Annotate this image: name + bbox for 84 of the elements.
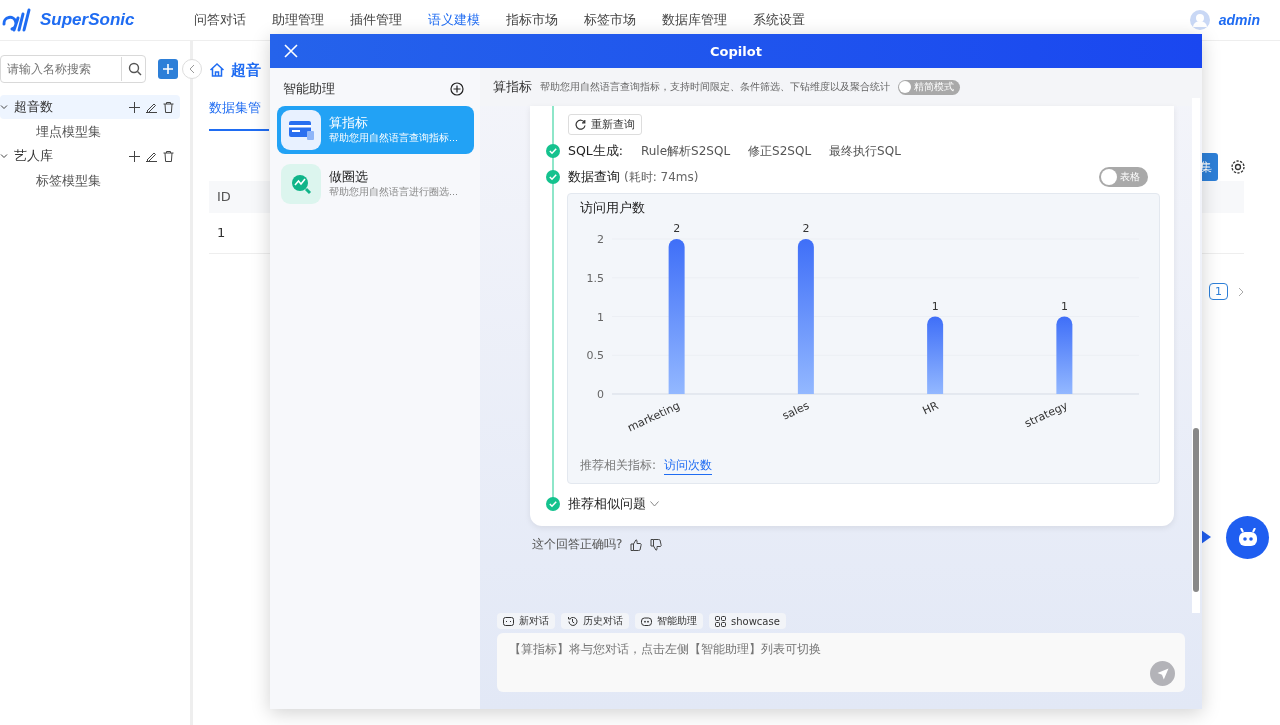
sql-link[interactable]: 修正S2SQL: [748, 142, 812, 160]
check-icon: [546, 170, 560, 184]
feedback-question: 这个回答正确吗?: [532, 536, 623, 553]
tree-label[interactable]: 艺人库: [14, 147, 53, 165]
axis-tick: 1: [597, 310, 604, 324]
step-label: SQL生成:: [568, 142, 623, 160]
settings-icon[interactable]: [1230, 159, 1246, 175]
tree-item[interactable]: 艺人库: [0, 144, 180, 168]
axis-tick: 0.5: [586, 349, 604, 363]
nav-link[interactable]: 语义建模: [428, 11, 480, 29]
data-label: 1: [1060, 299, 1068, 313]
message-input[interactable]: 【算指标】将与您对话，点击左侧【智能助理】列表可切换: [497, 633, 1185, 692]
nav-link[interactable]: 标签市场: [584, 11, 636, 29]
sql-link[interactable]: 最终执行SQL: [829, 142, 901, 160]
retry-button[interactable]: 重新查询: [568, 114, 642, 135]
thumbs-up-icon[interactable]: [630, 538, 643, 551]
robot-icon: [641, 615, 652, 627]
tree-item[interactable]: 标签模型集: [0, 168, 190, 193]
delete-icon[interactable]: [163, 101, 174, 113]
data-label: 1: [931, 299, 939, 313]
brand-name[interactable]: SuperSonic: [40, 10, 135, 30]
delete-icon[interactable]: [163, 150, 174, 162]
refresh-icon: [575, 119, 586, 130]
check-icon: [546, 497, 560, 511]
data-label: 2: [673, 222, 681, 235]
assistant-name: 算指标: [329, 115, 369, 132]
close-icon[interactable]: [284, 44, 298, 58]
similar-questions-toggle[interactable]: 推荐相似问题: [568, 495, 646, 513]
nav-link[interactable]: 数据库管理: [662, 11, 727, 29]
data-label: 2: [802, 222, 810, 235]
tree-label[interactable]: 超音数: [14, 98, 53, 116]
nav-link[interactable]: 指标市场: [506, 11, 558, 29]
edit-icon[interactable]: [146, 150, 157, 162]
nav-link[interactable]: 插件管理: [350, 11, 402, 29]
scrollbar[interactable]: [1192, 98, 1200, 613]
history-icon: [567, 615, 578, 627]
chat-icon: [503, 615, 514, 627]
category-label: HR: [920, 398, 941, 418]
tool-button[interactable]: 新对话: [497, 613, 555, 629]
chat-bot-button[interactable]: [1226, 516, 1269, 559]
thumbs-down-icon[interactable]: [650, 538, 663, 551]
chevron-down-icon[interactable]: [650, 501, 659, 507]
axis-tick: 1.5: [586, 271, 604, 285]
plus-icon[interactable]: [129, 150, 140, 162]
plus-icon: [162, 63, 174, 75]
home-icon[interactable]: [209, 62, 225, 78]
assistant-title: 算指标: [493, 78, 532, 96]
plus-icon[interactable]: [129, 101, 140, 113]
assistant-description: 帮助您用自然语言进行圈选...: [329, 186, 459, 199]
dialog-title: Copilot: [709, 43, 763, 59]
add-button[interactable]: [158, 59, 178, 79]
caret-icon[interactable]: [0, 103, 8, 111]
breadcrumb-title: 超音: [231, 60, 261, 80]
chart-search-icon: [281, 164, 321, 204]
assistant-description: 帮助您用自然语言查询指标，支持时间限定、条件筛选、下钻维度以及聚合统计: [540, 80, 890, 94]
user-name[interactable]: admin: [1218, 12, 1260, 28]
nav-link[interactable]: 问答对话: [194, 11, 246, 29]
related-label: 推荐相关指标:: [580, 457, 657, 474]
chevron-icon: [189, 64, 195, 74]
tool-button[interactable]: showcase: [709, 613, 786, 629]
tool-button[interactable]: 历史对话: [561, 613, 629, 629]
tool-button[interactable]: 智能助理: [635, 613, 703, 629]
related-metric-link[interactable]: 访问次数: [664, 457, 713, 475]
search-field[interactable]: 请输入名称搜索: [0, 55, 146, 83]
axis-tick: 2: [597, 233, 604, 246]
tree-item[interactable]: 超音数: [0, 95, 180, 119]
nav-link[interactable]: 助理管理: [272, 11, 324, 29]
grid-icon: [715, 615, 726, 627]
robot-icon: [1236, 527, 1259, 548]
nav-link[interactable]: 系统设置: [753, 11, 805, 29]
panel-title: 智能助理: [283, 80, 335, 98]
category-label: sales: [780, 398, 812, 423]
assistant-description: 帮助您用自然语言查询指标...: [329, 132, 459, 145]
sql-link[interactable]: Rule解析S2SQL: [640, 142, 731, 160]
tree-item[interactable]: 埋点模型集: [0, 119, 190, 144]
page-button[interactable]: 1: [1209, 283, 1228, 300]
axis-tick: 0: [597, 388, 604, 401]
card-icon: [281, 110, 321, 150]
send-icon: [1156, 667, 1169, 680]
check-icon: [546, 144, 560, 158]
add-icon[interactable]: [450, 82, 464, 96]
search-icon[interactable]: [128, 62, 142, 76]
caret-icon[interactable]: [0, 152, 8, 160]
edit-icon[interactable]: [146, 101, 157, 113]
